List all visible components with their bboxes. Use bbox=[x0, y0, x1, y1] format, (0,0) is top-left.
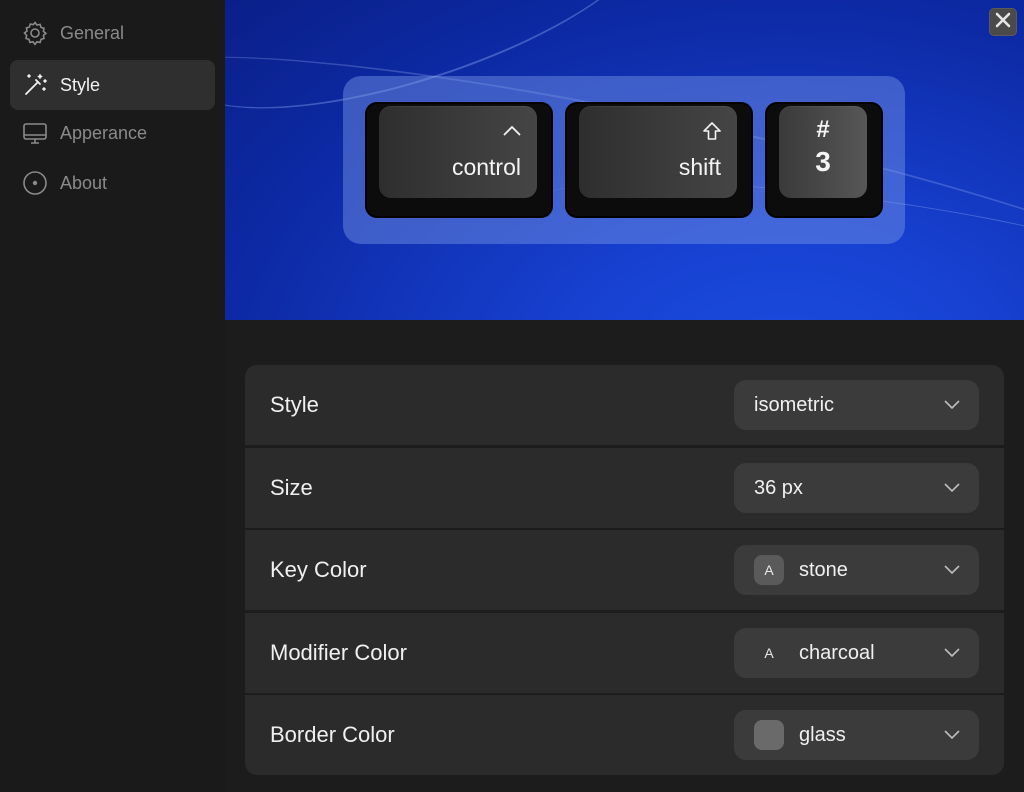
setting-label: Key Color bbox=[270, 557, 367, 582]
chevron-down-icon bbox=[943, 480, 961, 494]
select-value: 36 px bbox=[754, 476, 803, 499]
key-tray: control shift # 3 bbox=[343, 76, 905, 244]
close-button[interactable] bbox=[989, 8, 1017, 36]
setting-label: Style bbox=[270, 392, 319, 417]
modifier-color-select[interactable]: A charcoal bbox=[734, 628, 979, 678]
sidebar-item-about[interactable]: About bbox=[10, 158, 215, 208]
setting-row-size: Size 36 px bbox=[245, 448, 1004, 528]
select-value: glass bbox=[799, 723, 846, 746]
main-panel: control shift # 3 Style isometric Size 3… bbox=[225, 0, 1024, 792]
key-label: shift bbox=[678, 154, 721, 180]
key-label: control bbox=[451, 154, 521, 180]
style-select[interactable]: isometric bbox=[734, 380, 979, 430]
sidebar-item-label: General bbox=[60, 22, 125, 43]
chevron-down-icon bbox=[943, 562, 961, 576]
key-cap: shift bbox=[579, 106, 737, 198]
color-swatch: A bbox=[754, 555, 784, 585]
chevron-down-icon bbox=[943, 727, 961, 741]
key-shift: shift bbox=[565, 102, 753, 218]
border-color-select[interactable]: glass bbox=[734, 710, 979, 760]
select-value: charcoal bbox=[799, 641, 875, 664]
setting-row-border-color: Border Color glass bbox=[245, 695, 1004, 775]
magic-wand-icon bbox=[21, 71, 49, 99]
keystroke-preview: control shift # 3 bbox=[225, 0, 1024, 320]
setting-row-key-color: Key Color A stone bbox=[245, 530, 1004, 610]
size-select[interactable]: 36 px bbox=[734, 463, 979, 513]
caret-up-icon bbox=[501, 120, 523, 142]
monitor-icon bbox=[21, 119, 49, 147]
select-value: stone bbox=[799, 558, 848, 581]
setting-label: Border Color bbox=[270, 722, 395, 747]
color-swatch bbox=[754, 720, 784, 750]
info-circle-icon bbox=[21, 169, 49, 197]
close-icon bbox=[995, 12, 1011, 33]
sidebar-item-label: Apperance bbox=[60, 122, 148, 143]
key-3: # 3 bbox=[765, 102, 883, 218]
shift-arrow-icon bbox=[701, 120, 723, 142]
style-settings-panel: Style isometric Size 36 px Key Color A s… bbox=[245, 365, 1004, 775]
sidebar-item-label: About bbox=[60, 172, 108, 193]
gear-icon bbox=[21, 19, 49, 47]
sidebar-item-style[interactable]: Style bbox=[10, 60, 215, 110]
chevron-down-icon bbox=[943, 645, 961, 659]
key-shift-symbol: # bbox=[816, 116, 830, 143]
key-control: control bbox=[365, 102, 553, 218]
select-value: isometric bbox=[754, 393, 835, 416]
sidebar: General Style Apperance About bbox=[0, 0, 225, 792]
color-swatch: A bbox=[754, 638, 784, 668]
key-cap: # 3 bbox=[779, 106, 867, 198]
sidebar-item-general[interactable]: General bbox=[10, 8, 215, 58]
chevron-down-icon bbox=[943, 397, 961, 411]
setting-label: Modifier Color bbox=[270, 640, 407, 665]
key-color-select[interactable]: A stone bbox=[734, 545, 979, 595]
setting-label: Size bbox=[270, 475, 313, 500]
sidebar-item-appearance[interactable]: Apperance bbox=[10, 108, 215, 158]
setting-row-style: Style isometric bbox=[245, 365, 1004, 445]
sidebar-item-label: Style bbox=[60, 74, 101, 95]
setting-row-modifier-color: Modifier Color A charcoal bbox=[245, 613, 1004, 693]
key-cap: control bbox=[379, 106, 537, 198]
key-label: 3 bbox=[815, 146, 831, 177]
